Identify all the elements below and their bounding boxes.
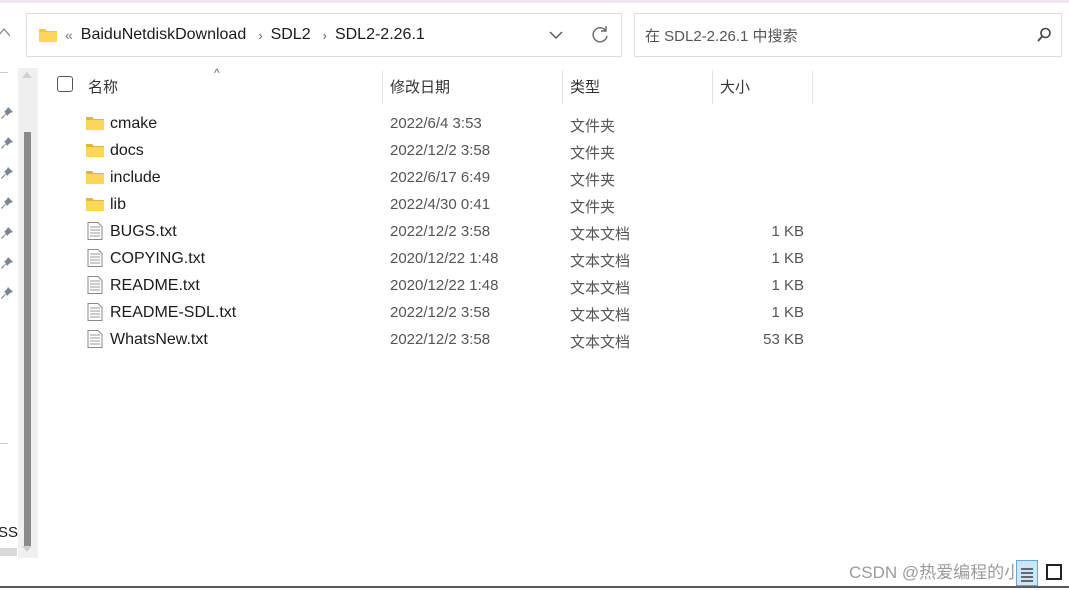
file-size: 1 KB: [771, 304, 804, 321]
search-input[interactable]: [645, 24, 1015, 48]
file-size: 1 KB: [771, 277, 804, 294]
column-divider[interactable]: [382, 70, 383, 104]
overflow-chevron[interactable]: «: [65, 27, 73, 43]
file-date: 2022/12/2 3:58: [390, 142, 491, 159]
sort-ascending-icon: ^: [214, 66, 220, 80]
file-name[interactable]: lib: [110, 196, 126, 214]
select-all-checkbox[interactable]: [57, 76, 73, 92]
breadcrumb-separator[interactable]: ›: [258, 28, 262, 43]
file-row[interactable]: include 2022/6/17 6:49 文件夹: [80, 164, 820, 191]
pin-icon[interactable]: [0, 196, 14, 210]
file-type: 文本文档: [570, 280, 631, 297]
refresh-icon[interactable]: [589, 24, 611, 46]
column-header-type[interactable]: 类型: [570, 76, 600, 97]
text-file-icon: [87, 276, 103, 294]
pin-icon[interactable]: [0, 106, 14, 120]
large-icons-view-button[interactable]: [1046, 564, 1062, 580]
scrollbar-thumb[interactable]: [24, 132, 31, 546]
search-icon[interactable]: [1035, 26, 1053, 44]
breadcrumb-sdl2-2-26-1[interactable]: SDL2-2.26.1: [335, 26, 425, 44]
folder-icon: [86, 117, 104, 130]
breadcrumb-separator[interactable]: ›: [323, 28, 327, 43]
text-file-icon: [87, 222, 103, 240]
file-type: 文本文档: [570, 307, 631, 324]
file-name[interactable]: README.txt: [110, 277, 200, 295]
file-date: 2022/6/17 6:49: [390, 169, 491, 186]
file-row[interactable]: README.txt 2020/12/22 1:48 文本文档 1 KB: [80, 272, 820, 299]
column-divider[interactable]: [812, 70, 813, 104]
file-name[interactable]: BUGS.txt: [110, 223, 177, 241]
file-date: 2020/12/22 1:48: [390, 250, 499, 267]
file-name[interactable]: cmake: [110, 115, 157, 133]
details-view-button[interactable]: [1016, 560, 1038, 586]
file-type: 文件夹: [570, 199, 616, 216]
column-header-date[interactable]: 修改日期: [390, 76, 450, 97]
folder-icon: [86, 144, 104, 157]
file-size: 1 KB: [771, 223, 804, 240]
file-date: 2020/12/22 1:48: [390, 277, 499, 294]
column-header-size[interactable]: 大小: [720, 76, 750, 97]
nav-horizontal-scrollbar[interactable]: [0, 548, 17, 556]
file-type: 文本文档: [570, 226, 631, 243]
folder-icon: [86, 198, 104, 211]
folder-icon: [39, 29, 57, 42]
address-bar[interactable]: « BaiduNetdiskDownload › SDL2 › SDL2-2.2…: [26, 13, 622, 57]
folder-icon: [86, 171, 104, 184]
breadcrumb-sdl2[interactable]: SDL2: [271, 26, 311, 44]
text-file-icon: [87, 303, 103, 321]
file-row[interactable]: BUGS.txt 2022/12/2 3:58 文本文档 1 KB: [80, 218, 820, 245]
watermark: CSDN @热爱编程的小K: [849, 563, 1033, 582]
column-header-row: ^ 名称 修改日期 类型 大小: [40, 66, 820, 104]
column-header-name[interactable]: 名称: [88, 76, 118, 97]
file-date: 2022/12/2 3:58: [390, 223, 491, 240]
file-type: 文件夹: [570, 145, 616, 162]
file-row[interactable]: cmake 2022/6/4 3:53 文件夹: [80, 110, 820, 137]
file-date: 2022/4/30 0:41: [390, 196, 491, 213]
search-box[interactable]: [634, 13, 1062, 57]
pin-icon[interactable]: [0, 256, 14, 270]
pin-icon[interactable]: [0, 136, 14, 150]
file-date: 2022/6/4 3:53: [390, 115, 482, 132]
file-row[interactable]: lib 2022/4/30 0:41 文件夹: [80, 191, 820, 218]
chevron-down-icon[interactable]: [547, 26, 565, 44]
pin-icon[interactable]: [0, 226, 14, 240]
file-row[interactable]: COPYING.txt 2020/12/22 1:48 文本文档 1 KB: [80, 245, 820, 272]
file-row[interactable]: WhatsNew.txt 2022/12/2 3:58 文本文档 53 KB: [80, 326, 820, 353]
file-size: 1 KB: [771, 250, 804, 267]
nav-pane-divider: [0, 72, 8, 73]
text-file-icon: [87, 249, 103, 267]
file-row[interactable]: README-SDL.txt 2022/12/2 3:58 文本文档 1 KB: [80, 299, 820, 326]
scroll-up-arrow-icon[interactable]: [22, 72, 32, 78]
nav-vertical-scrollbar[interactable]: [18, 68, 38, 558]
file-row[interactable]: docs 2022/12/2 3:58 文件夹: [80, 137, 820, 164]
pin-icon[interactable]: [0, 166, 14, 180]
file-type: 文件夹: [570, 172, 616, 189]
file-name[interactable]: WhatsNew.txt: [110, 331, 208, 349]
file-type: 文本文档: [570, 253, 631, 270]
file-name[interactable]: COPYING.txt: [110, 250, 205, 268]
window-top-edge: [0, 0, 1069, 3]
file-date: 2022/12/2 3:58: [390, 331, 491, 348]
up-arrow-icon[interactable]: [0, 24, 11, 44]
text-file-icon: [87, 330, 103, 348]
file-name[interactable]: README-SDL.txt: [110, 304, 236, 322]
column-divider[interactable]: [712, 70, 713, 104]
file-name[interactable]: include: [110, 169, 161, 187]
column-divider[interactable]: [562, 70, 563, 104]
file-size: 53 KB: [763, 331, 804, 348]
file-date: 2022/12/2 3:58: [390, 304, 491, 321]
nav-pane-divider: [0, 443, 8, 444]
file-type: 文本文档: [570, 334, 631, 351]
file-type: 文件夹: [570, 118, 616, 135]
details-view-icon: [1021, 568, 1033, 582]
file-name[interactable]: docs: [110, 142, 144, 160]
scroll-down-arrow-icon[interactable]: [22, 546, 32, 552]
pin-icon[interactable]: [0, 286, 14, 300]
breadcrumb-baidunetdiskdownload[interactable]: BaiduNetdiskDownload: [81, 26, 246, 44]
